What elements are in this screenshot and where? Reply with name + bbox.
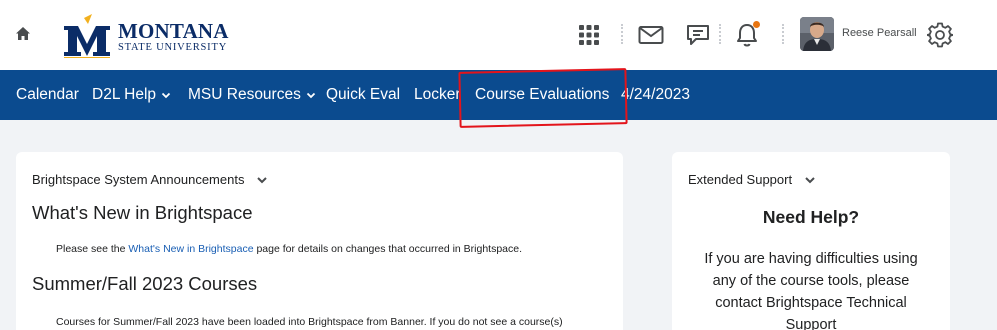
- notification-badge: [753, 21, 760, 28]
- nav-item-msu-resources[interactable]: MSU Resources: [188, 86, 316, 104]
- announcements-widget: Brightspace System Announcements What's …: [16, 152, 623, 330]
- announcements-widget-header[interactable]: Brightspace System Announcements: [32, 172, 268, 187]
- nav-item-calendar[interactable]: Calendar: [16, 86, 79, 104]
- logo-subtitle: STATE UNIVERSITY: [118, 42, 228, 53]
- nav-item-quick-eval[interactable]: Quick Eval: [326, 86, 400, 104]
- announcement-text: Courses for Summer/Fall 2023 have been l…: [56, 316, 563, 328]
- chevron-down-icon: [306, 92, 315, 99]
- nav-item-label: Quick Eval: [326, 86, 401, 103]
- nav-item-label: 4/24/2023: [621, 86, 690, 103]
- nav-item-label: Calendar: [16, 86, 79, 103]
- apps-grid-icon[interactable]: [573, 19, 605, 51]
- announcement-text: Please see the What's New in Brightspace…: [56, 243, 522, 255]
- home-icon[interactable]: [14, 25, 32, 43]
- mail-icon[interactable]: [635, 19, 667, 51]
- msu-m-logo-icon: [64, 14, 110, 58]
- extended-support-widget: Extended Support Need Help? If you are h…: [672, 152, 950, 330]
- nav-item-label: Locker: [414, 86, 461, 103]
- text-segment: page for details on changes that occurre…: [253, 243, 523, 255]
- user-name[interactable]: Reese Pearsall: [842, 27, 917, 39]
- text-segment: Please see the: [56, 243, 129, 255]
- widget-title: Brightspace System Announcements: [32, 172, 245, 187]
- header-separator: [621, 24, 623, 44]
- nav-item-label: MSU Resources: [188, 86, 301, 103]
- chevron-down-icon[interactable]: [804, 174, 816, 186]
- chevron-down-icon: [161, 92, 171, 99]
- need-help-heading: Need Help?: [762, 207, 860, 227]
- nav-item-date[interactable]: 4/24/2023: [621, 86, 690, 104]
- support-widget-header[interactable]: Extended Support: [688, 172, 816, 187]
- logo-title: MONTANA: [118, 19, 229, 43]
- widget-title: Extended Support: [688, 172, 793, 187]
- nav-item-label: D2L Help: [92, 86, 157, 103]
- announcement-heading: What's New in Brightspace: [32, 202, 253, 223]
- settings-gear-icon[interactable]: [924, 19, 956, 51]
- bell-icon[interactable]: [731, 19, 763, 51]
- msu-logo[interactable]: MONTANA STATE UNIVERSITY: [62, 14, 232, 58]
- announcement-heading: Summer/Fall 2023 Courses: [32, 273, 258, 294]
- nav-item-d2l-help[interactable]: D2L Help: [92, 86, 171, 104]
- avatar[interactable]: [800, 17, 834, 51]
- chevron-down-icon[interactable]: [256, 174, 268, 186]
- nav-item-locker[interactable]: Locker: [414, 86, 461, 104]
- chat-icon[interactable]: [683, 19, 715, 51]
- support-text: If you are having difficulties using any…: [704, 251, 918, 330]
- whats-new-link[interactable]: What's New in Brightspace: [128, 243, 253, 255]
- top-header: MONTANA STATE UNIVERSITY Reese Pearsall: [0, 0, 997, 70]
- header-separator: [719, 24, 721, 44]
- highlight-annotation: [458, 68, 628, 128]
- header-separator: [782, 24, 784, 44]
